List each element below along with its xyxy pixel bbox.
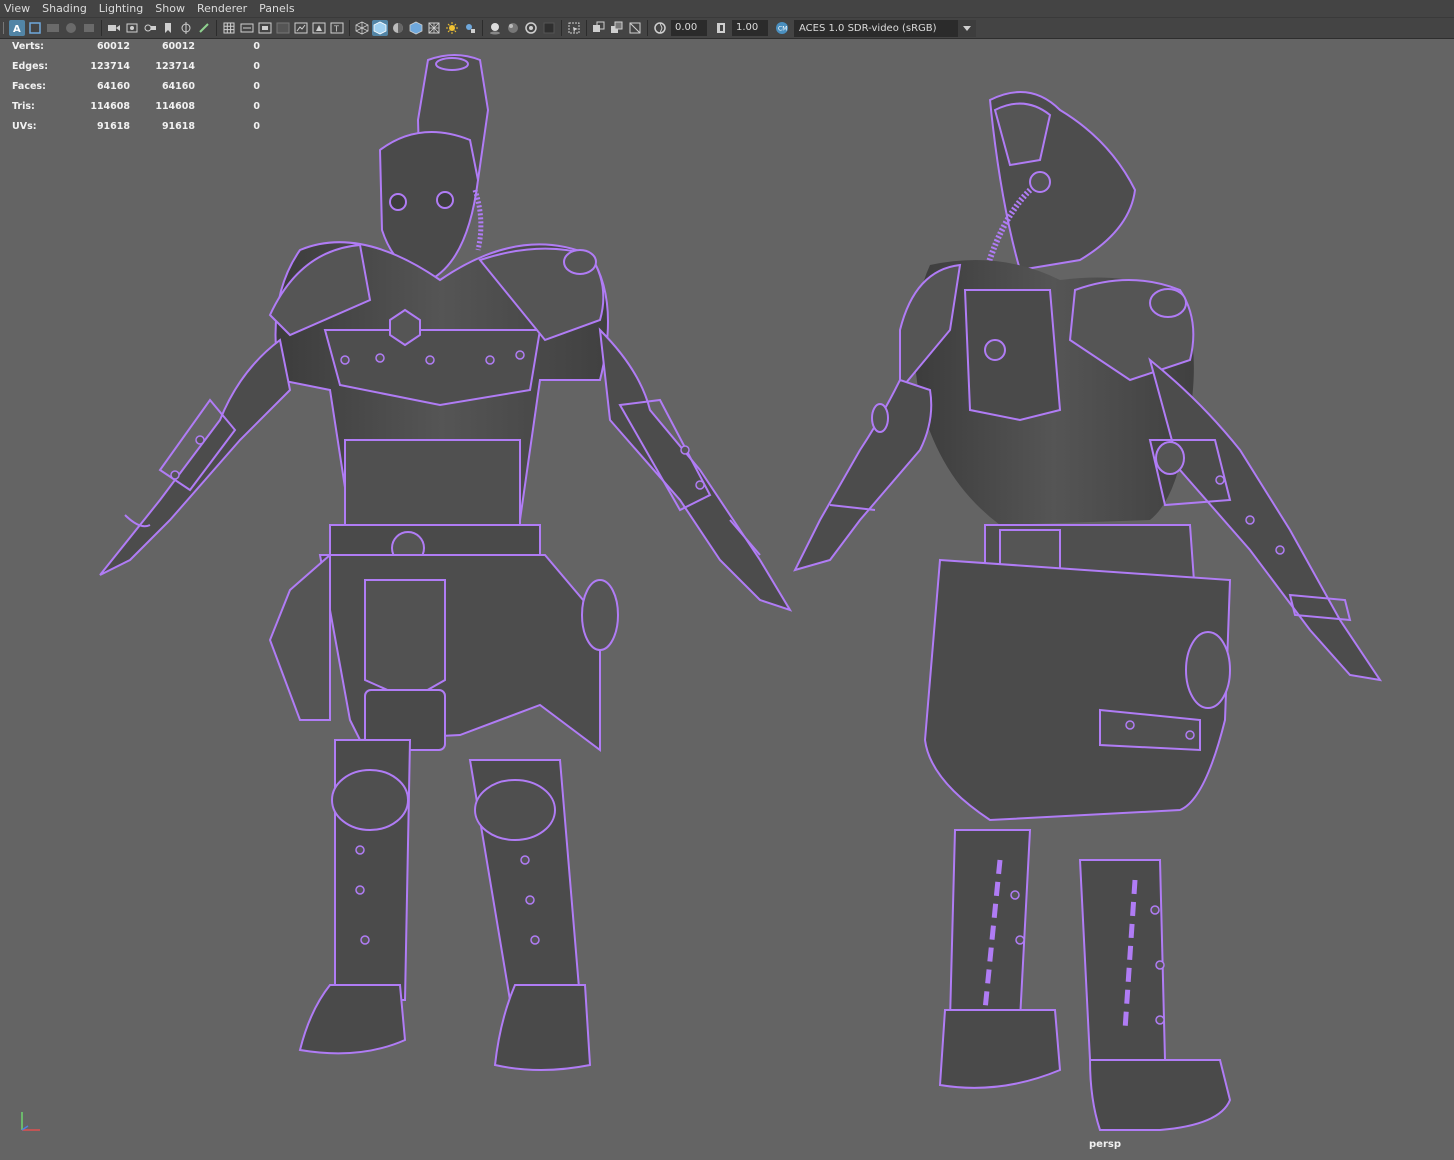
film-gate-icon[interactable]: [124, 20, 140, 36]
xray-joints-icon[interactable]: [609, 20, 625, 36]
color-management-value: ACES 1.0 SDR-video (sRGB): [799, 22, 937, 34]
hud-value-selected: 123714: [155, 61, 195, 72]
hud-value-component: 0: [253, 41, 260, 52]
film-gate-toggle-icon[interactable]: [239, 20, 255, 36]
hud-value-scene: 114608: [90, 101, 130, 112]
hud-row-tris: Tris: 114608 114608 0: [12, 100, 260, 120]
color-management-icon[interactable]: CM: [774, 20, 790, 36]
persp-viewport[interactable]: [0, 39, 1454, 1160]
smooth-shade-icon[interactable]: [372, 20, 388, 36]
hud-label: UVs:: [12, 121, 37, 132]
toolbar-separator: [647, 20, 648, 36]
hud-value-selected: 91618: [161, 121, 195, 132]
hud-value-selected: 60012: [161, 41, 195, 52]
shadows-icon[interactable]: [444, 20, 460, 36]
ambient-occlusion-icon[interactable]: [462, 20, 478, 36]
motion-trail-icon[interactable]: [541, 20, 557, 36]
hud-value-selected: 114608: [155, 101, 195, 112]
hud-row-uvs: UVs: 91618 91618 0: [12, 120, 260, 140]
depth-of-field-icon[interactable]: [523, 20, 539, 36]
toolbar-separator: [349, 20, 350, 36]
gate-mask-icon[interactable]: [275, 20, 291, 36]
wireframe-icon[interactable]: [354, 20, 370, 36]
hud-value-scene: 64160: [96, 81, 130, 92]
viewport-scene: [99, 54, 1383, 1131]
hud-value-scene: 60012: [96, 41, 130, 52]
menu-lighting[interactable]: Lighting: [93, 0, 149, 17]
hud-value-component: 0: [253, 121, 260, 132]
bookmark-icon[interactable]: [45, 20, 61, 36]
menu-renderer[interactable]: Renderer: [191, 0, 253, 17]
xray-components-icon[interactable]: [627, 20, 643, 36]
hud-label: Edges:: [12, 61, 48, 72]
camera-attributes-icon[interactable]: [27, 20, 43, 36]
gamma-icon[interactable]: [713, 20, 729, 36]
hud-label: Tris:: [12, 101, 35, 112]
menu-shading[interactable]: Shading: [36, 0, 93, 17]
image-plane-icon[interactable]: [63, 20, 79, 36]
safe-action-icon[interactable]: [311, 20, 327, 36]
resolution-gate-icon[interactable]: [257, 20, 273, 36]
toolbar-separator: [216, 20, 217, 36]
2d-pan-zoom-icon[interactable]: [81, 20, 97, 36]
toolbar-separator: [101, 20, 102, 36]
textured-icon[interactable]: [408, 20, 424, 36]
hud-value-component: 0: [253, 101, 260, 112]
snap-icon[interactable]: [178, 20, 194, 36]
menu-show[interactable]: Show: [149, 0, 191, 17]
view-axis-gizmo: [14, 1106, 44, 1140]
motion-blur-icon[interactable]: [487, 20, 503, 36]
camera-name-label: persp: [1089, 1139, 1121, 1150]
lights-icon[interactable]: [426, 20, 442, 36]
toolbar-separator: [586, 20, 587, 36]
grease-pencil-icon[interactable]: [142, 20, 158, 36]
menu-panels[interactable]: Panels: [253, 0, 300, 17]
hud-row-verts: Verts: 60012 60012 0: [12, 40, 260, 60]
menu-view[interactable]: View: [0, 0, 36, 17]
toolbar-separator: [561, 20, 562, 36]
isolate-select-icon[interactable]: [566, 20, 582, 36]
hud-value-scene: 91618: [96, 121, 130, 132]
anti-alias-icon[interactable]: [505, 20, 521, 36]
select-camera-icon[interactable]: A: [9, 20, 25, 36]
exposure-icon[interactable]: [652, 20, 668, 36]
panel-menu-bar: View Shading Lighting Show Renderer Pane…: [0, 0, 1454, 17]
character-front-view[interactable]: [99, 54, 793, 1071]
svg-text:CM: CM: [778, 26, 787, 33]
exposure-field[interactable]: 0.00: [671, 20, 707, 36]
character-back-view[interactable]: [793, 91, 1383, 1131]
gamma-field[interactable]: 1.00: [732, 20, 768, 36]
color-management-select[interactable]: ACES 1.0 SDR-video (sRGB): [794, 19, 976, 37]
toolbar-separator: [482, 20, 483, 36]
hud-row-edges: Edges: 123714 123714 0: [12, 60, 260, 80]
default-material-icon[interactable]: [390, 20, 406, 36]
pencil-icon[interactable]: [196, 20, 212, 36]
hud-label: Faces:: [12, 81, 46, 92]
hud-value-component: 0: [253, 81, 260, 92]
hud-value-selected: 64160: [161, 81, 195, 92]
safe-title-icon[interactable]: T: [329, 20, 345, 36]
camera-icon[interactable]: [106, 20, 122, 36]
grid-icon[interactable]: [221, 20, 237, 36]
grip-icon: [1, 20, 7, 36]
xray-icon[interactable]: [591, 20, 607, 36]
svg-text:A: A: [13, 24, 21, 35]
chevron-down-icon[interactable]: [958, 19, 976, 37]
hud-row-faces: Faces: 64160 64160 0: [12, 80, 260, 100]
bookmark-flag-icon[interactable]: [160, 20, 176, 36]
hud-value-component: 0: [253, 61, 260, 72]
panel-toolbar: A T 0.00 1.00 CM ACES 1.0 SDR-video (sRG…: [0, 17, 1454, 39]
field-chart-icon[interactable]: [293, 20, 309, 36]
svg-text:T: T: [333, 25, 339, 34]
hud-label: Verts:: [12, 41, 44, 52]
hud-value-scene: 123714: [90, 61, 130, 72]
poly-count-hud: Verts: 60012 60012 0 Edges: 123714 12371…: [12, 40, 260, 140]
